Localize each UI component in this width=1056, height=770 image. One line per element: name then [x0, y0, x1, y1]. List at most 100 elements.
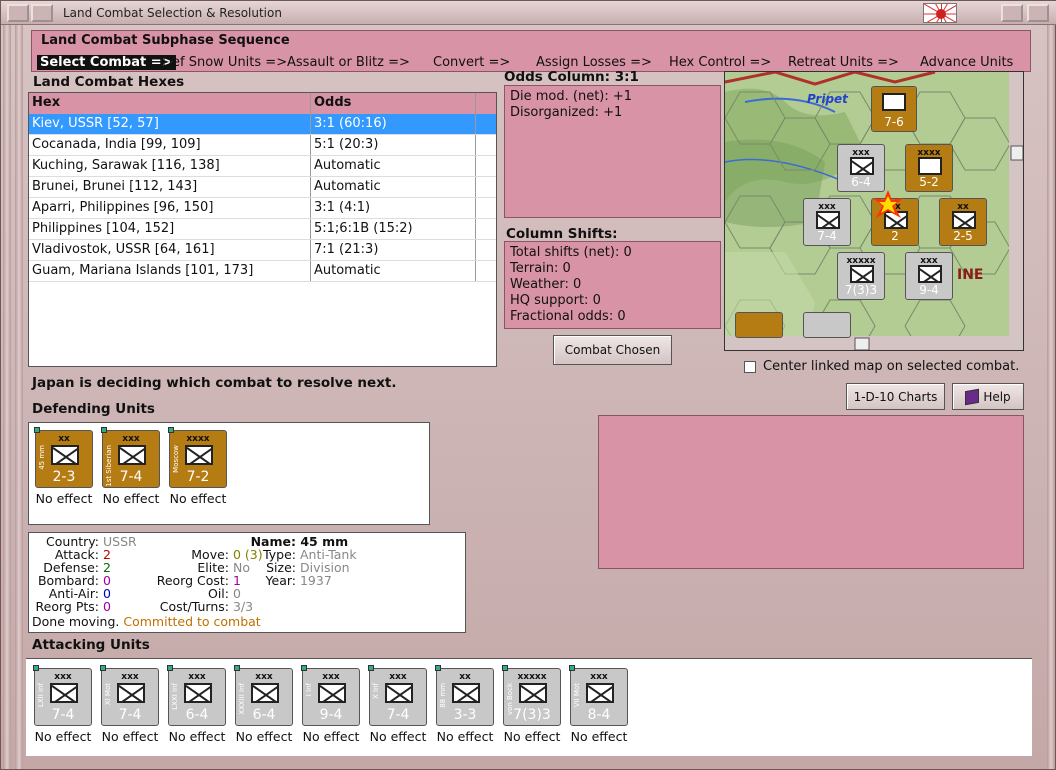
unit-strength: 6-4 — [252, 707, 276, 723]
map-counter[interactable]: xxx 6-4 — [837, 144, 885, 192]
status-dot — [569, 665, 575, 671]
unit-strength: 7-2 — [186, 469, 210, 485]
unit-symbol-icon — [452, 683, 480, 703]
unit-counter[interactable]: xxx I Inf 9-4 — [301, 665, 360, 726]
unit-counter[interactable]: xxxxx von Bock 7(3)3 — [502, 665, 561, 726]
map-label-pripet: Pripet — [807, 92, 848, 106]
table-row[interactable]: Vladivostok, USSR [64, 161] 7:1 (21:3) — [29, 240, 496, 261]
map-counter[interactable] — [803, 312, 851, 338]
map-counter[interactable]: xx 2-5 — [939, 198, 987, 246]
map-counter[interactable]: xxx 7-4 — [803, 198, 851, 246]
unit-name: VII Mot — [573, 683, 581, 708]
combat-result-box — [598, 415, 1024, 569]
status-dot — [234, 665, 240, 671]
unit-counter[interactable]: xxx LXXI Inf 6-4 — [167, 665, 226, 726]
table-header: Hex Odds — [29, 93, 496, 114]
unit-result: No effect — [369, 729, 427, 744]
unit-symbol-icon — [586, 683, 614, 703]
cost-turns-value: 3/3 — [232, 599, 254, 614]
column-hex[interactable]: Hex — [29, 93, 311, 114]
unit-name: 45 mm — [38, 445, 46, 470]
shift-line: Fractional odds: 0 — [510, 309, 626, 324]
shifts-box: Total shifts (net): 0 Terrain: 0 Weather… — [504, 241, 721, 329]
help-label: Help — [983, 390, 1011, 404]
unit-symbol-icon — [519, 683, 547, 703]
charts-button[interactable]: 1-D-10 Charts — [846, 383, 945, 410]
odds-line: Die mod. (net): +1 — [510, 89, 633, 104]
unit-counter[interactable]: xxx X Inf 7-4 — [368, 665, 427, 726]
unit-strength: 8-4 — [587, 707, 611, 723]
sequence-title: Land Combat Subphase Sequence — [41, 33, 290, 48]
unit-counter[interactable]: xxxx Moscow 7-2 — [168, 427, 227, 488]
year-label: Year: — [265, 573, 296, 588]
table-row[interactable]: Brunei, Brunei [112, 143] Automatic — [29, 177, 496, 198]
unit-size: xxx — [389, 672, 407, 682]
subphase-sequence: Land Combat Subphase Sequence Select Com… — [31, 30, 1031, 72]
reorg-pts-value: 0 — [102, 599, 111, 614]
center-map-checkbox[interactable] — [744, 361, 756, 373]
odds-box: Die mod. (net): +1 Disorganized: +1 — [504, 85, 721, 218]
unit-counter[interactable]: xx 45 mm 2-3 — [34, 427, 93, 488]
unit-info: Country: USSR Attack: 2 Defense: 2 Bomba… — [28, 532, 466, 633]
unit-counter[interactable]: xxx XXXIII Inf 6-4 — [234, 665, 293, 726]
reorg-pts-label: Reorg Pts: — [35, 599, 99, 614]
odds-title: Odds Column: 3:1 — [504, 69, 639, 85]
table-row[interactable]: Kiev, USSR [52, 57] 3:1 (60:16) — [29, 114, 496, 135]
unit-symbol-icon — [184, 683, 212, 703]
unit-result: No effect — [169, 491, 227, 506]
unit-counter[interactable]: xxx VII Mot 8-4 — [569, 665, 628, 726]
table-row[interactable]: Kuching, Sarawak [116, 138] Automatic — [29, 156, 496, 177]
unit-counter[interactable]: xx 88 mm 3-3 — [435, 665, 494, 726]
unit-counter[interactable]: xxx 1st Siberian 7-4 — [101, 427, 160, 488]
table-row[interactable]: Cocanada, India [99, 109] 5:1 (20:3) — [29, 135, 496, 156]
odds-cell: 5:1;6:1B (15:2) — [311, 219, 476, 239]
unit-size: xxx — [54, 672, 72, 682]
table-row[interactable]: Aparri, Philippines [96, 150] 3:1 (4:1) — [29, 198, 496, 219]
system-menu-button[interactable] — [7, 4, 29, 22]
unit-strength: 6-4 — [185, 707, 209, 723]
unit-result: No effect — [102, 491, 160, 506]
odds-line: Disorganized: +1 — [510, 105, 623, 120]
unit-result: No effect — [503, 729, 561, 744]
book-icon — [965, 388, 979, 406]
linked-map[interactable]: Pripet INE 7-6 xxx 6-4 xxxx 5-2 xxx 7-4 xx 2… — [724, 71, 1024, 351]
unit-strength: 7-4 — [51, 707, 75, 723]
odds-cell: 7:1 (21:3) — [311, 240, 476, 260]
hex-cell: Kuching, Sarawak [116, 138] — [29, 156, 311, 176]
table-row[interactable]: Philippines [104, 152] 5:1;6:1B (15:2) — [29, 219, 496, 240]
status-dot — [435, 665, 441, 671]
unit-result: No effect — [168, 729, 226, 744]
map-counter[interactable]: xxx 9-4 — [905, 252, 953, 300]
unit-result: No effect — [302, 729, 360, 744]
unit-strength: 3-3 — [453, 707, 477, 723]
unit-name: XI Mot — [104, 683, 112, 706]
status-message: Japan is deciding which combat to resolv… — [32, 375, 397, 391]
unit-size: xx — [459, 672, 471, 682]
attacking-title: Attacking Units — [32, 637, 150, 653]
unit-counter[interactable]: xxx XI Mot 7-4 — [100, 665, 159, 726]
map-counter[interactable]: xxxx 5-2 — [905, 144, 953, 192]
attacking-panel: xxx LXII Inf 7-4 No effect xxx XI Mot 7-4 No ef… — [26, 658, 1032, 756]
odds-cell: 3:1 (4:1) — [311, 198, 476, 218]
minimize-button[interactable] — [31, 4, 53, 22]
column-odds[interactable]: Odds — [311, 93, 476, 114]
unit-symbol-icon — [51, 445, 79, 465]
combat-chosen-button[interactable]: Combat Chosen — [553, 335, 672, 365]
defending-title: Defending Units — [32, 401, 155, 417]
map-counter[interactable]: 7-6 — [871, 86, 917, 132]
unit-counter[interactable]: xxx LXII Inf 7-4 — [33, 665, 92, 726]
main-content: Land Combat Subphase Sequence Select Com… — [26, 26, 1032, 756]
help-button[interactable]: Help — [952, 383, 1024, 410]
unit-size: xxx — [122, 434, 140, 444]
unit-strength: 7-4 — [119, 469, 143, 485]
maximize-button[interactable] — [1001, 4, 1023, 22]
unit-strength: 2-3 — [52, 469, 76, 485]
close-button[interactable] — [1027, 4, 1049, 22]
table-row[interactable]: Guam, Mariana Islands [101, 173] Automati… — [29, 261, 496, 282]
unit-symbol-icon — [117, 683, 145, 703]
hex-cell: Guam, Mariana Islands [101, 173] — [29, 261, 311, 281]
hex-cell: Aparri, Philippines [96, 150] — [29, 198, 311, 218]
unit-strength: 7-4 — [386, 707, 410, 723]
map-counter[interactable]: xxxxx 7(3)3 — [837, 252, 885, 300]
map-counter[interactable] — [735, 312, 783, 338]
